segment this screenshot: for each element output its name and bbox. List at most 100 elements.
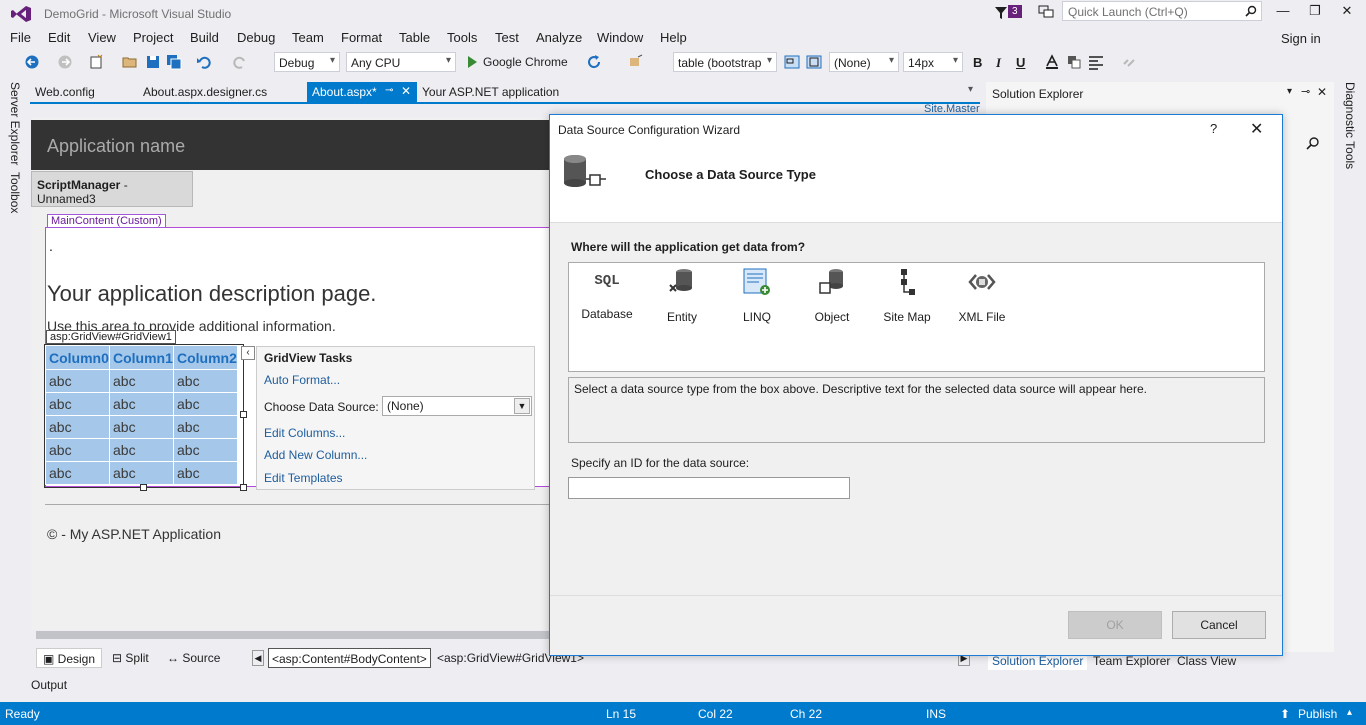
resize-handle[interactable] bbox=[240, 411, 247, 418]
tab-list-chevron-icon[interactable]: ▾ bbox=[968, 84, 973, 95]
breadcrumb-left-icon[interactable]: ◀ bbox=[252, 650, 264, 666]
close-tab-icon[interactable]: ✕ bbox=[401, 84, 411, 98]
style-combo[interactable]: (None) bbox=[829, 52, 899, 72]
layout-toggle-icon[interactable] bbox=[806, 54, 822, 70]
publish-chevron-icon[interactable]: ▴ bbox=[1347, 707, 1352, 718]
menu-window[interactable]: Window bbox=[597, 30, 643, 45]
view-toggle-icon[interactable] bbox=[784, 54, 800, 70]
tab-about-designer[interactable]: About.aspx.designer.cs bbox=[138, 82, 272, 102]
tab-aspnet-application[interactable]: Your ASP.NET application bbox=[417, 82, 564, 102]
menu-team[interactable]: Team bbox=[292, 30, 324, 45]
play-icon[interactable] bbox=[464, 54, 480, 70]
notifications-button[interactable]: 3 bbox=[994, 4, 1024, 22]
redo-icon[interactable] bbox=[232, 54, 248, 70]
data-source-id-input[interactable] bbox=[568, 477, 850, 499]
data-source-type-object[interactable]: Object bbox=[796, 267, 868, 324]
link-icon[interactable] bbox=[1122, 54, 1138, 70]
horizontal-scrollbar[interactable] bbox=[36, 631, 556, 639]
open-file-icon[interactable] bbox=[122, 54, 138, 70]
menu-debug[interactable]: Debug bbox=[237, 30, 275, 45]
configuration-combo[interactable]: Debug bbox=[274, 52, 340, 72]
script-manager-control[interactable]: ScriptManager - Unnamed3 bbox=[31, 171, 193, 207]
data-source-type-site-map[interactable]: Site Map bbox=[871, 267, 943, 324]
minimize-button[interactable]: — bbox=[1271, 3, 1295, 21]
resize-handle[interactable] bbox=[240, 484, 247, 491]
menu-build[interactable]: Build bbox=[190, 30, 219, 45]
breadcrumb-body-content[interactable]: <asp:Content#BodyContent> bbox=[268, 648, 431, 668]
platform-combo[interactable]: Any CPU bbox=[346, 52, 456, 72]
underline-button[interactable]: U bbox=[1016, 55, 1025, 70]
align-icon[interactable] bbox=[1088, 54, 1104, 70]
tab-team-explorer[interactable]: Team Explorer bbox=[1093, 654, 1170, 668]
css-class-combo[interactable]: table (bootstrap bbox=[673, 52, 777, 72]
menu-format[interactable]: Format bbox=[341, 30, 382, 45]
tab-web-config[interactable]: Web.config bbox=[30, 82, 100, 102]
solution-search-icon[interactable] bbox=[1306, 136, 1320, 150]
status-line: Ln 15 bbox=[606, 707, 637, 721]
menu-help[interactable]: Help bbox=[660, 30, 687, 45]
source-view-button[interactable]: ↔ Source bbox=[161, 648, 226, 668]
new-project-icon[interactable] bbox=[88, 54, 104, 70]
dialog-close-button[interactable]: ✕ bbox=[1250, 119, 1263, 139]
design-view-button[interactable]: ▣ Design bbox=[36, 648, 103, 668]
back-icon[interactable] bbox=[24, 54, 40, 70]
split-view-icon: ⊟ bbox=[112, 651, 126, 665]
tab-class-view[interactable]: Class View bbox=[1177, 654, 1236, 668]
edit-templates-link[interactable]: Edit Templates bbox=[264, 471, 343, 485]
smart-tag-glyph[interactable]: ‹ bbox=[241, 346, 255, 360]
choose-source-select[interactable]: (None) ▼ bbox=[382, 396, 532, 416]
output-tab[interactable]: Output bbox=[31, 678, 67, 692]
menu-test[interactable]: Test bbox=[495, 30, 519, 45]
close-window-button[interactable]: ✕ bbox=[1335, 3, 1359, 21]
refresh-icon[interactable] bbox=[586, 54, 602, 70]
server-explorer-tab[interactable]: Server Explorer bbox=[8, 82, 22, 165]
add-new-column-link[interactable]: Add New Column... bbox=[264, 448, 367, 462]
resize-handle[interactable] bbox=[140, 484, 147, 491]
help-button[interactable]: ? bbox=[1210, 121, 1217, 136]
forward-icon[interactable] bbox=[57, 54, 73, 70]
menu-edit[interactable]: Edit bbox=[48, 30, 70, 45]
bold-button[interactable]: B bbox=[973, 55, 982, 70]
diagnostic-tools-tab[interactable]: Diagnostic Tools bbox=[1343, 82, 1357, 169]
italic-button[interactable]: I bbox=[996, 55, 1001, 71]
run-target-button[interactable]: Google Chrome bbox=[483, 55, 568, 69]
menu-project[interactable]: Project bbox=[133, 30, 173, 45]
menu-table[interactable]: Table bbox=[399, 30, 430, 45]
undo-icon[interactable] bbox=[196, 54, 212, 70]
panel-menu-icon[interactable]: ▾ bbox=[1287, 86, 1292, 97]
sign-in-link[interactable]: Sign in bbox=[1281, 31, 1321, 46]
pin-icon[interactable]: ⊸ bbox=[385, 85, 393, 96]
tab-about-aspx[interactable]: About.aspx* ⊸ ✕ bbox=[307, 82, 417, 102]
publish-button[interactable]: Publish bbox=[1298, 707, 1337, 721]
browser-link-icon[interactable] bbox=[628, 54, 644, 70]
background-color-icon[interactable] bbox=[1066, 54, 1082, 70]
save-icon[interactable] bbox=[145, 54, 161, 70]
menu-view[interactable]: View bbox=[88, 30, 116, 45]
main-content-label: MainContent (Custom) bbox=[47, 214, 166, 228]
data-source-question: Where will the application get data from… bbox=[571, 240, 806, 254]
cancel-button[interactable]: Cancel bbox=[1172, 611, 1266, 639]
gridview-label: asp:GridView#GridView1 bbox=[46, 330, 176, 344]
data-source-type-linq[interactable]: LINQ bbox=[721, 267, 793, 324]
quick-launch-input[interactable]: Quick Launch (Ctrl+Q) bbox=[1062, 1, 1262, 21]
publish-up-icon: ⬆ bbox=[1280, 707, 1291, 721]
menu-file[interactable]: File bbox=[10, 30, 31, 45]
font-color-icon[interactable] bbox=[1044, 54, 1060, 70]
search-icon bbox=[1245, 5, 1257, 17]
toolbox-tab[interactable]: Toolbox bbox=[8, 172, 22, 213]
restore-button[interactable]: ❐ bbox=[1303, 3, 1327, 21]
panel-pin-icon[interactable]: ⊸ bbox=[1301, 85, 1310, 98]
panel-close-icon[interactable]: ✕ bbox=[1317, 85, 1327, 99]
split-view-button[interactable]: ⊟ Split bbox=[106, 648, 155, 668]
auto-format-link[interactable]: Auto Format... bbox=[264, 373, 340, 387]
ok-button[interactable]: OK bbox=[1068, 611, 1162, 639]
font-size-combo[interactable]: 14px bbox=[903, 52, 963, 72]
menu-tools[interactable]: Tools bbox=[447, 30, 477, 45]
save-all-icon[interactable] bbox=[166, 54, 182, 70]
data-source-type-entity[interactable]: Entity bbox=[646, 267, 718, 324]
menu-analyze[interactable]: Analyze bbox=[536, 30, 582, 45]
edit-columns-link[interactable]: Edit Columns... bbox=[264, 426, 345, 440]
data-source-type-xml-file[interactable]: XML File bbox=[946, 267, 1018, 324]
data-source-type-database[interactable]: SQL Database bbox=[571, 267, 643, 321]
feedback-icon[interactable] bbox=[1038, 5, 1054, 19]
